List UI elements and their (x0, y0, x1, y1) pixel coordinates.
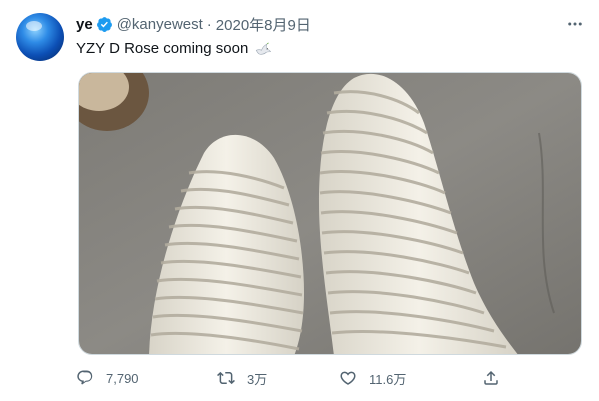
sneakers-photo (79, 73, 581, 354)
tweet-media-photo[interactable] (78, 72, 582, 355)
like-button[interactable]: 11.6万 (339, 366, 406, 390)
reply-icon (77, 370, 93, 385)
retweet-icon (217, 371, 235, 385)
tweet-date[interactable]: 2020年8月9日 (216, 14, 311, 35)
retweet-button[interactable]: 3万 (217, 366, 267, 390)
dove-icon (256, 42, 272, 55)
like-count: 11.6万 (369, 371, 407, 387)
tweet-actions: 7,790 3万 11.6万 (76, 366, 506, 390)
tweet-text-content: YZY D Rose coming soon (76, 39, 249, 57)
tweet-text: YZY D Rose coming soon (76, 39, 272, 57)
more-options-icon[interactable] (565, 14, 585, 34)
share-icon (484, 370, 498, 385)
tweet: ye @kanyewest · 2020年8月9日 YZY D Rose com… (0, 0, 599, 401)
separator-dot: · (206, 15, 212, 33)
avatar-highlight (26, 21, 42, 31)
user-name[interactable]: ye (76, 16, 93, 33)
reply-button[interactable]: 7,790 (76, 366, 139, 390)
reply-count: 7,790 (106, 370, 139, 386)
tweet-header: ye @kanyewest · 2020年8月9日 (76, 14, 311, 34)
verified-icon (96, 16, 112, 32)
more-dots-icon (568, 22, 582, 26)
avatar[interactable] (16, 13, 64, 61)
user-handle[interactable]: @kanyewest (117, 16, 203, 33)
retweet-count: 3万 (247, 371, 268, 387)
share-button[interactable] (482, 366, 500, 390)
heart-icon (340, 371, 356, 385)
